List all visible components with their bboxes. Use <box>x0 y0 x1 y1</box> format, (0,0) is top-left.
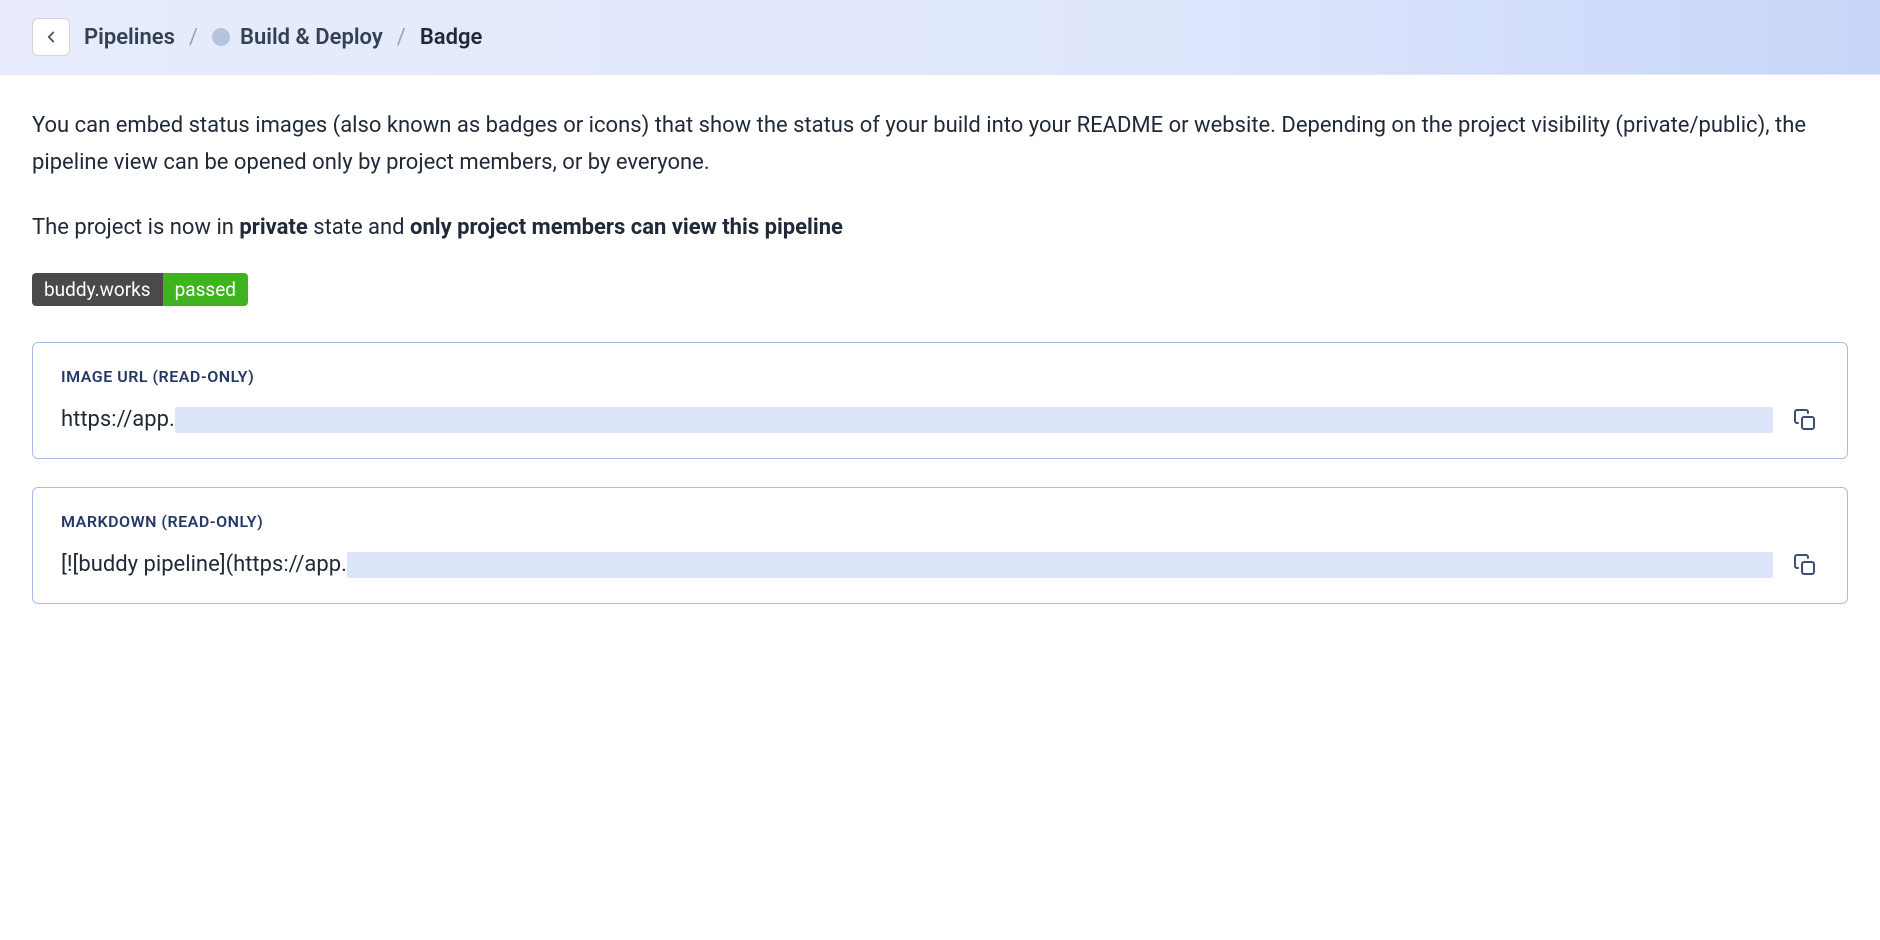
breadcrumb: Pipelines / Build & Deploy / Badge <box>32 18 1848 56</box>
copy-markdown-button[interactable] <box>1791 551 1819 579</box>
redacted-content <box>175 407 1773 433</box>
status-state: private <box>239 215 307 240</box>
page-content: You can embed status images (also known … <box>0 75 1880 664</box>
breadcrumb-separator: / <box>397 25 406 50</box>
image-url-field: IMAGE URL (READ-ONLY) https://app. <box>32 342 1848 459</box>
markdown-value[interactable]: [![buddy pipeline](https://app. <box>61 552 1773 578</box>
image-url-label: IMAGE URL (READ-ONLY) <box>61 367 1819 386</box>
description-text: You can embed status images (also known … <box>32 107 1848 182</box>
breadcrumb-separator: / <box>189 25 198 50</box>
status-badge: buddy.works passed <box>32 273 248 306</box>
markdown-text: [![buddy pipeline](https://app. <box>61 552 347 577</box>
copy-icon <box>1793 553 1817 577</box>
badge-status: passed <box>163 273 248 306</box>
markdown-label: MARKDOWN (READ-ONLY) <box>61 512 1819 531</box>
copy-icon <box>1793 408 1817 432</box>
breadcrumb-pipeline-name: Build & Deploy <box>240 25 383 50</box>
copy-image-url-button[interactable] <box>1791 406 1819 434</box>
chevron-left-icon <box>42 28 60 46</box>
breadcrumb-pipeline-link[interactable]: Build & Deploy <box>212 25 383 50</box>
image-url-text: https://app. <box>61 407 175 432</box>
pipeline-status-dot-icon <box>212 28 230 46</box>
redacted-content <box>347 552 1773 578</box>
status-mid: state and <box>308 215 410 240</box>
breadcrumb-current: Badge <box>420 25 483 50</box>
project-status-text: The project is now in private state and … <box>32 210 1848 245</box>
image-url-value[interactable]: https://app. <box>61 407 1773 433</box>
status-prefix: The project is now in <box>32 215 239 240</box>
status-visibility: only project members can view this pipel… <box>410 215 843 240</box>
badge-service: buddy.works <box>32 273 163 306</box>
back-button[interactable] <box>32 18 70 56</box>
page-header: Pipelines / Build & Deploy / Badge <box>0 0 1880 75</box>
breadcrumb-pipelines-link[interactable]: Pipelines <box>84 25 175 50</box>
markdown-field: MARKDOWN (READ-ONLY) [![buddy pipeline](… <box>32 487 1848 604</box>
